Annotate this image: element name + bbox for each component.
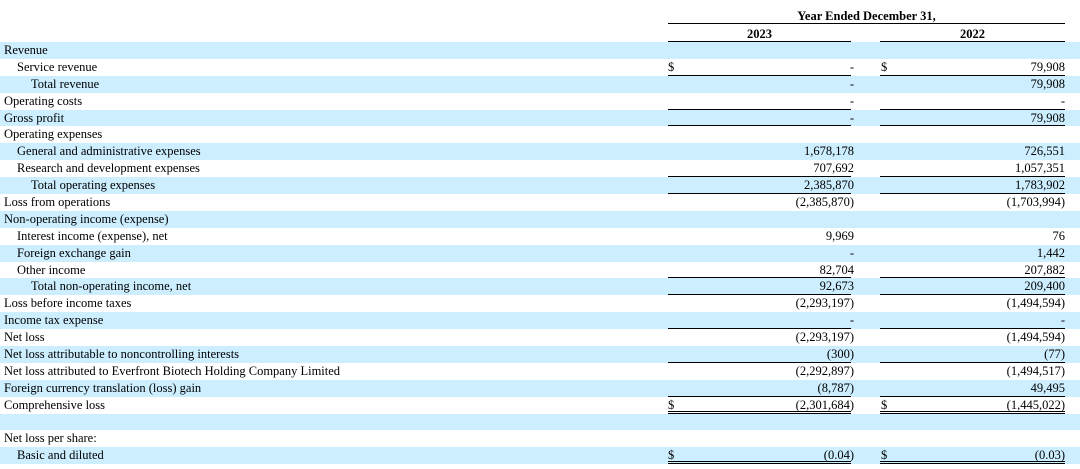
value-2023: (300) (826, 347, 854, 362)
table-row: Net loss attributed to Everfront Biotech… (0, 363, 1080, 380)
row-label: Revenue (4, 43, 48, 57)
value-2022: - (1060, 93, 1065, 108)
value-2023: (8,787) (817, 380, 854, 395)
row-label: Operating costs (4, 93, 83, 108)
table-row: Interest income (expense), net 9,969 76 (0, 228, 1080, 245)
table-row: Net loss (2,293,197) (1,494,594) (0, 329, 1080, 346)
value-2022: 209,400 (1024, 279, 1065, 294)
value-2023: 1,678,178 (804, 144, 854, 159)
table-row: Operating expenses (0, 126, 1080, 143)
value-2022: (1,494,594) (1006, 330, 1065, 345)
value-2023: - (849, 245, 854, 260)
row-label: Foreign exchange gain (17, 245, 131, 260)
row-label: Loss before income taxes (4, 296, 132, 311)
value-2022: 1,783,902 (1015, 178, 1065, 193)
double-underline (668, 461, 851, 465)
double-underline (880, 461, 1065, 465)
table-row: Gross profit - 79,908 (0, 109, 1080, 127)
value-2022: 76 (1052, 228, 1066, 243)
currency-symbol-2023: $ (668, 59, 675, 74)
value-2022: 1,442 (1036, 245, 1065, 260)
table-row (0, 413, 1080, 431)
row-label: Basic and diluted (17, 448, 104, 463)
row-label: Service revenue (17, 59, 98, 74)
row-label: Other income (17, 262, 86, 277)
value-2023: 92,673 (819, 279, 854, 294)
table-row: Operating costs - - (0, 93, 1080, 110)
table-row: Loss before income taxes (2,293,197) (1,49… (0, 295, 1080, 312)
value-2023: - (849, 59, 854, 74)
column-header-2023: 2023 (747, 27, 772, 41)
row-label: Total revenue (31, 76, 100, 91)
row-label: Net loss attributed to Everfront Biotech… (4, 363, 341, 378)
value-2022: 79,908 (1030, 76, 1065, 91)
value-2022: (77) (1044, 347, 1065, 362)
value-2023: - (849, 93, 854, 108)
value-2023: - (849, 313, 854, 328)
value-2022: - (1060, 313, 1065, 328)
row-label: Net loss (4, 330, 45, 345)
column-header-2022: 2022 (960, 27, 985, 41)
table-row: Net loss attributable to noncontrolling … (0, 346, 1080, 363)
table-row: Basic and diluted $ (0.04) $ (0.03) (0, 447, 1080, 465)
value-2022: 1,057,351 (1015, 161, 1065, 176)
table-row: Research and development expenses 707,692… (0, 160, 1080, 178)
value-2023: (2,385,870) (795, 195, 854, 210)
row-label: Loss from operations (4, 195, 111, 210)
value-2023: (2,292,897) (795, 363, 854, 378)
row-label: Research and development expenses (17, 161, 200, 176)
row-label: Gross profit (4, 110, 65, 125)
table-row: Net loss per share: (0, 430, 1080, 447)
value-2023: 82,704 (819, 262, 854, 277)
row-label: General and administrative expenses (17, 144, 201, 159)
table-row: Service revenue $ - $79,908 (0, 59, 1080, 76)
table-row: General and administrative expenses 1,678… (0, 143, 1080, 161)
value-2023: (2,293,197) (795, 296, 854, 311)
table-row: Income tax expense - - (0, 312, 1080, 330)
table-row: Total non-operating income, net 92,673 209… (0, 278, 1080, 296)
table-row: Revenue (0, 42, 1080, 59)
value-2022: (1,494,594) (1006, 296, 1065, 311)
row-label: Income tax expense (4, 313, 104, 328)
value-2023: 707,692 (813, 161, 854, 176)
period-header-rule (668, 23, 1065, 24)
value-2022: 207,882 (1024, 262, 1065, 277)
value-2022: (1,703,994) (1006, 195, 1065, 210)
row-label: Foreign currency translation (loss) gain (4, 380, 202, 395)
table-row: Foreign exchange gain - 1,442 (0, 244, 1080, 262)
value-2023: 2,385,870 (804, 178, 854, 193)
row-label: Comprehensive loss (4, 397, 106, 412)
table-row: Foreign currency translation (loss) gain… (0, 379, 1080, 397)
row-label: Total operating expenses (31, 178, 156, 193)
value-2022: 79,908 (1030, 59, 1065, 74)
period-header: Year Ended December 31, (797, 9, 936, 23)
income-statement-table: Revenue Service revenue $ - $79,908 Total rev… (0, 42, 1080, 465)
row-label: Net loss per share: (4, 431, 97, 446)
value-2023: - (849, 76, 854, 91)
row-label: Operating expenses (4, 127, 103, 142)
value-2022: 49,495 (1030, 380, 1065, 395)
table-row: Non-operating income (expense) (0, 210, 1080, 228)
value-2022: (1,494,517) (1006, 363, 1065, 378)
row-label: Non-operating income (expense) (4, 211, 169, 226)
value-2023: (2,293,197) (795, 330, 854, 345)
table-row: Comprehensive loss $ (2,301,684) $ (1,445,02… (0, 397, 1080, 414)
table-row: Total revenue - 79,908 (0, 75, 1080, 93)
value-2022: 726,551 (1024, 144, 1065, 159)
currency-symbol-2022: $ (881, 59, 888, 74)
value-2023: - (849, 110, 854, 125)
table-row: Other income 82,704 207,882 (0, 262, 1080, 279)
value-2023: 9,969 (825, 228, 854, 243)
row-label: Net loss attributable to noncontrolling … (4, 347, 240, 362)
value-2022: 79,908 (1030, 110, 1065, 125)
table-row: Total operating expenses 2,385,870 1,783,9… (0, 177, 1080, 195)
row-label: Total non-operating income, net (31, 279, 192, 294)
row-label: Interest income (expense), net (17, 228, 168, 243)
table-row: Loss from operations (2,385,870) (1,703,99… (0, 194, 1080, 211)
